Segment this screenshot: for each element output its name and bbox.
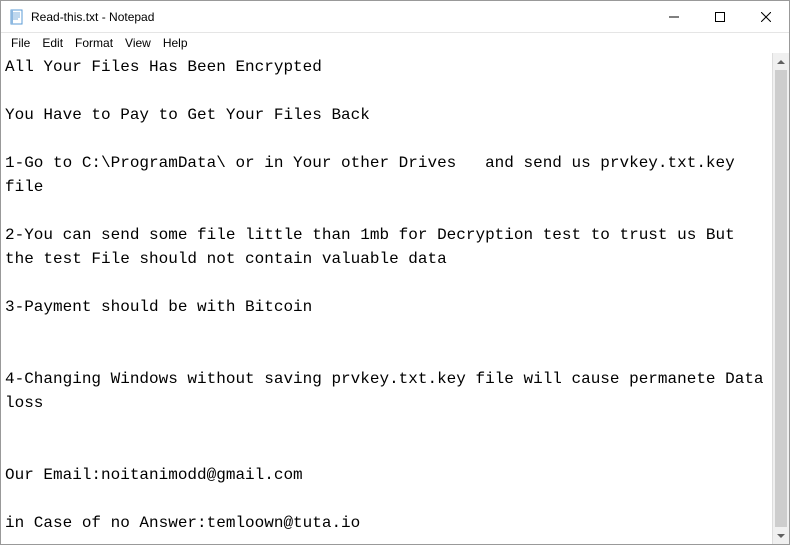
menu-format[interactable]: Format — [69, 35, 119, 51]
scroll-down-arrow[interactable] — [773, 527, 789, 544]
scroll-up-arrow[interactable] — [773, 53, 789, 70]
maximize-button[interactable] — [697, 1, 743, 32]
menu-help[interactable]: Help — [157, 35, 194, 51]
window-controls — [651, 1, 789, 32]
titlebar[interactable]: Read-this.txt - Notepad — [1, 1, 789, 33]
menubar: File Edit Format View Help — [1, 33, 789, 53]
chevron-up-icon — [777, 60, 785, 64]
notepad-window: Read-this.txt - Notepad File Edit Format… — [0, 0, 790, 545]
scroll-thumb[interactable] — [775, 70, 787, 527]
close-icon — [761, 12, 771, 22]
close-button[interactable] — [743, 1, 789, 32]
content-area: All Your Files Has Been Encrypted You Ha… — [1, 53, 789, 544]
maximize-icon — [715, 12, 725, 22]
scroll-track[interactable] — [773, 70, 789, 527]
chevron-down-icon — [777, 534, 785, 538]
menu-edit[interactable]: Edit — [36, 35, 69, 51]
notepad-icon — [9, 9, 25, 25]
minimize-icon — [669, 12, 679, 22]
menu-file[interactable]: File — [5, 35, 36, 51]
vertical-scrollbar[interactable] — [772, 53, 789, 544]
window-title: Read-this.txt - Notepad — [31, 10, 651, 24]
text-editor[interactable]: All Your Files Has Been Encrypted You Ha… — [1, 53, 772, 544]
minimize-button[interactable] — [651, 1, 697, 32]
menu-view[interactable]: View — [119, 35, 157, 51]
